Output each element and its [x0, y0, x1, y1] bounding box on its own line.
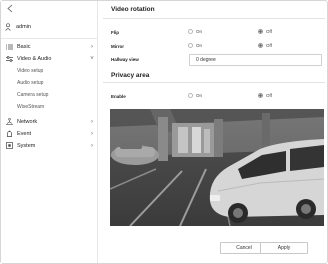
system-icon — [5, 142, 13, 150]
flip-label: Flip — [111, 30, 119, 35]
menu-item-event[interactable]: Event › — [5, 129, 95, 138]
menu-item-network[interactable]: Network › — [5, 117, 95, 126]
event-icon — [5, 130, 13, 138]
submenu-audio-setup[interactable]: Audio setup — [17, 78, 43, 87]
chevron-right-icon: › — [91, 130, 93, 137]
content-area: Video rotation Flip On Off Mirror On Off… — [100, 1, 327, 263]
enable-label: Enable — [111, 94, 126, 99]
radio-selected-icon — [258, 29, 263, 34]
flip-on-radio[interactable]: On — [188, 29, 202, 34]
camera-feed-image — [110, 109, 324, 226]
video-rotation-title: Video rotation — [111, 6, 155, 13]
chevron-right-icon: › — [91, 142, 93, 149]
menu-item-video-audio[interactable]: Video & Audio ˅ — [5, 54, 95, 63]
radio-selected-icon — [258, 93, 263, 98]
menu-item-system-label: System — [17, 142, 36, 149]
user-account[interactable]: admin — [5, 22, 31, 31]
mirror-label: Mirror — [111, 44, 125, 49]
enable-off-radio[interactable]: Off — [258, 93, 272, 98]
submenu-video-setup[interactable]: Video setup — [17, 66, 43, 75]
sidebar: admin Basic › Video & Audio ˅ Video setu… — [1, 1, 98, 263]
section-divider — [103, 82, 325, 83]
flip-off-radio[interactable]: Off — [258, 29, 272, 34]
user-icon — [5, 22, 11, 31]
chevron-right-icon: › — [91, 43, 93, 50]
privacy-area-title: Privacy area — [111, 72, 150, 79]
chevron-right-icon: › — [91, 118, 93, 125]
network-icon — [5, 118, 13, 126]
back-arrow-icon[interactable] — [6, 4, 14, 13]
menu-item-event-label: Event — [17, 130, 32, 137]
submenu-camera-setup[interactable]: Camera setup — [17, 90, 48, 99]
chevron-down-icon: ˅ — [90, 55, 94, 62]
mirror-off-radio[interactable]: Off — [258, 43, 272, 48]
hallway-view-select[interactable]: 0 degree — [189, 54, 322, 66]
hallway-view-label: Hallway view — [111, 57, 139, 62]
enable-on-radio[interactable]: On — [188, 93, 202, 98]
menu-item-network-label: Network — [17, 118, 38, 125]
radio-icon — [188, 29, 193, 34]
mirror-on-radio[interactable]: On — [188, 43, 202, 48]
submenu-wisestream[interactable]: WiseStream — [17, 102, 44, 111]
menu-item-basic[interactable]: Basic › — [5, 42, 95, 51]
sliders-icon — [5, 55, 13, 63]
menu-item-basic-label: Basic — [17, 43, 31, 50]
user-name: admin — [16, 23, 31, 30]
radio-selected-icon — [258, 43, 263, 48]
video-preview[interactable] — [110, 109, 324, 226]
apply-button[interactable]: Apply — [260, 242, 308, 254]
radio-icon — [188, 43, 193, 48]
menu-item-video-audio-label: Video & Audio — [17, 55, 52, 62]
radio-icon — [188, 93, 193, 98]
section-divider — [103, 18, 325, 19]
list-icon — [5, 43, 13, 51]
menu-item-system[interactable]: System › — [5, 141, 95, 150]
sidebar-divider — [1, 38, 97, 39]
